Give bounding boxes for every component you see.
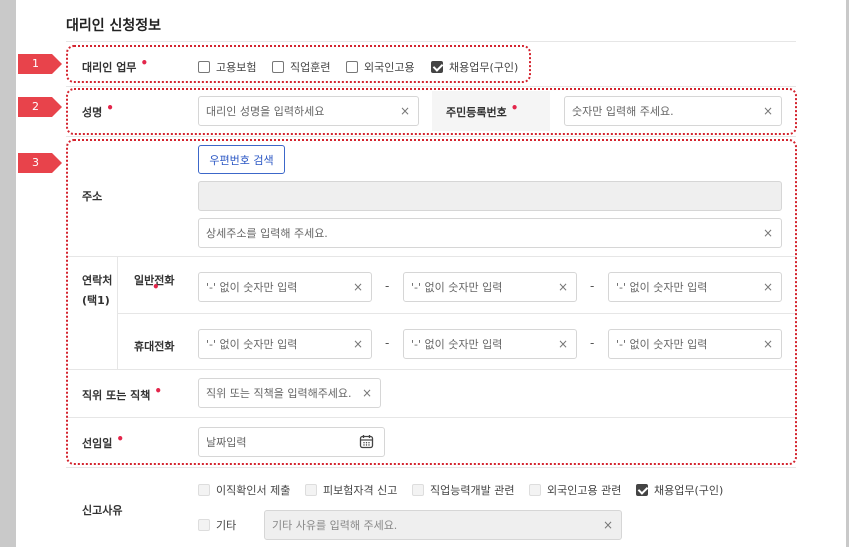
clear-icon[interactable]: × xyxy=(603,518,613,532)
reason-other[interactable]: 기타 xyxy=(198,517,236,533)
checkbox-icon[interactable] xyxy=(305,484,317,496)
reason-option-1[interactable]: 이직확인서 제출 xyxy=(198,482,290,498)
highlight-box-3 xyxy=(66,139,797,465)
highlight-box-1 xyxy=(66,45,531,83)
reason-label: 신고사유 xyxy=(82,504,123,517)
reason-other-input[interactable]: 기타 사유를 입력해 주세요. × xyxy=(264,510,622,540)
divider xyxy=(66,41,796,42)
divider xyxy=(66,86,796,87)
marker-3: 3 xyxy=(18,153,64,173)
section-title: 대리인 신청정보 xyxy=(66,18,162,34)
marker-1: 1 xyxy=(18,54,64,74)
checkbox-icon[interactable] xyxy=(529,484,541,496)
divider xyxy=(66,467,796,468)
reason-option-3[interactable]: 직업능력개발 관련 xyxy=(412,482,514,498)
highlight-box-2 xyxy=(66,88,797,135)
reason-option-4[interactable]: 외국인고용 관련 xyxy=(529,482,621,498)
reason-option-2[interactable]: 피보험자격 신고 xyxy=(305,482,397,498)
checkbox-icon[interactable] xyxy=(198,519,210,531)
divider xyxy=(66,136,796,137)
marker-2: 2 xyxy=(18,97,64,117)
checkbox-checked-icon[interactable] xyxy=(636,484,648,496)
checkbox-icon[interactable] xyxy=(198,484,210,496)
reason-option-5[interactable]: 채용업무(구인) xyxy=(636,482,723,498)
checkbox-icon[interactable] xyxy=(412,484,424,496)
